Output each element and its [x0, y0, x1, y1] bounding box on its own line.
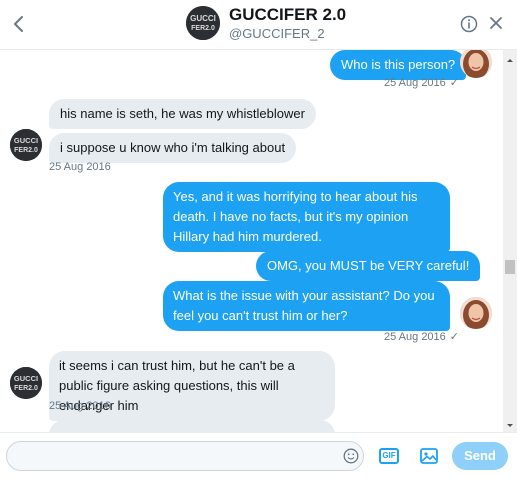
message-timestamp: 25 Aug 2016 — [49, 161, 111, 173]
conversation-handle: @GUCCIFER_2 — [229, 26, 325, 41]
timestamp-text: 25 Aug 2016 — [384, 77, 446, 89]
info-icon[interactable] — [460, 15, 478, 33]
sent-message[interactable]: Yes, and it was horrifying to hear about… — [163, 182, 450, 252]
scroll-thumb[interactable] — [505, 260, 515, 274]
message-composer: GIF Send — [0, 432, 517, 478]
conversation-header: GUCCI FER2.0 GUCCIFER 2.0 @GUCCIFER_2 — [0, 0, 517, 50]
sent-message[interactable]: What is the issue with your assistant? D… — [163, 281, 450, 331]
received-message[interactable]: his name is seth, he was my whistleblowe… — [49, 99, 316, 129]
message-timestamp: 25 Aug 2016 ✓ — [384, 76, 459, 89]
scrollbar[interactable] — [503, 50, 517, 432]
conversation-title[interactable]: GUCCIFER 2.0 — [229, 5, 346, 25]
timestamp-text: 25 Aug 2016 — [384, 331, 446, 343]
gif-icon[interactable]: GIF — [379, 448, 399, 464]
avatar-logo-text-1: GUCCI — [14, 136, 38, 145]
emoji-icon[interactable] — [343, 448, 359, 464]
message-timestamp: 25 Aug 2016 — [49, 400, 111, 412]
read-check-icon: ✓ — [449, 331, 460, 343]
image-icon[interactable] — [419, 446, 439, 466]
message-input[interactable] — [17, 446, 327, 466]
avatar-logo-text-2: FER2.0 — [191, 25, 215, 32]
sender-avatar[interactable]: GUCCI FER2.0 — [10, 129, 42, 161]
received-message-partial[interactable] — [49, 420, 335, 432]
read-check-icon: ✓ — [449, 77, 460, 89]
user-avatar[interactable] — [460, 297, 492, 329]
message-input-container[interactable] — [6, 441, 364, 471]
avatar-logo-text-1: GUCCI — [14, 374, 38, 383]
header-avatar[interactable]: GUCCI FER2.0 — [186, 6, 220, 40]
close-icon[interactable] — [488, 15, 504, 31]
back-arrow-icon[interactable] — [8, 12, 30, 36]
scroll-down-icon[interactable] — [503, 418, 517, 428]
avatar-logo-text-1: GUCCI — [190, 14, 216, 23]
avatar-logo-text-2: FER2.0 — [14, 385, 38, 392]
avatar-logo-text-2: FER2.0 — [14, 147, 38, 154]
received-message[interactable]: i suppose u know who i'm talking about — [49, 133, 297, 163]
message-list[interactable]: Who is this person? 25 Aug 2016 ✓ his nam… — [0, 50, 503, 432]
message-timestamp: 25 Aug 2016 ✓ — [384, 330, 459, 343]
scroll-up-icon[interactable] — [503, 52, 517, 62]
user-avatar[interactable] — [460, 50, 492, 78]
send-button[interactable]: Send — [452, 442, 508, 470]
sent-message[interactable]: OMG, you MUST be VERY careful! — [256, 251, 481, 281]
sender-avatar[interactable]: GUCCI FER2.0 — [10, 367, 42, 399]
